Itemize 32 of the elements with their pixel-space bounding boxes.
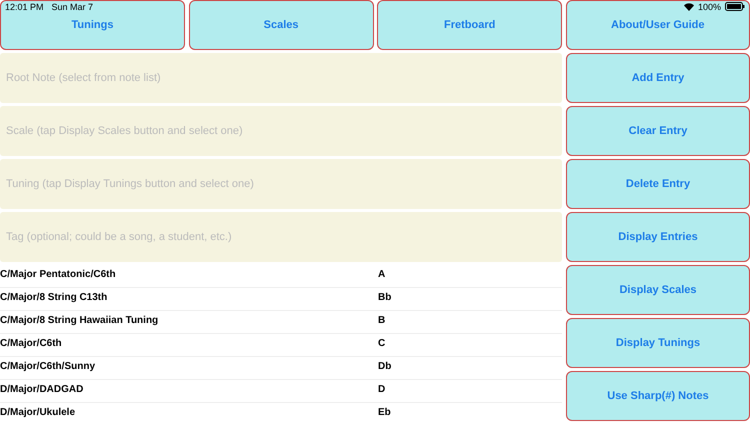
input-field[interactable]: Tag (optional; could be a song, a student, etc.) [0, 212, 562, 262]
entry-cell-text: D/Major/DADGAD [0, 383, 84, 395]
nav-button[interactable]: Fretboard [377, 0, 562, 50]
battery-percent: 100% [698, 2, 721, 12]
action-button[interactable]: Clear Entry [566, 106, 750, 156]
note-cell-text: B [378, 314, 386, 326]
action-button[interactable]: Display Entries [566, 212, 750, 262]
input-field[interactable]: Root Note (select from note list) [0, 53, 562, 103]
wifi-icon [684, 2, 694, 10]
entry-cell-text: D/Major/Ukulele [0, 406, 76, 418]
note-cell-text: D [378, 383, 386, 395]
action-button[interactable]: Display Scales [566, 265, 750, 315]
entry-cell-text: C/Major/C6th/Sunny [0, 360, 96, 372]
entry-cell-text: C/Major Pentatonic/C6th [0, 268, 117, 280]
battery-icon [725, 2, 745, 11]
note-cell-text: Db [378, 360, 392, 372]
input-field[interactable]: Tuning (tap Display Tunings button and select one) [0, 159, 562, 209]
status-date: Sun Mar 7 [52, 2, 94, 12]
note-cell-text: Eb [378, 406, 392, 418]
note-cell-text: Bb [378, 291, 392, 303]
entry-cell-text: C/Major/8 String Hawaiian Tuning [0, 314, 160, 326]
status-time: 12:01 PM [5, 2, 44, 12]
entry-cell-text: C/Major/C6th [0, 337, 63, 349]
action-button[interactable]: Delete Entry [566, 159, 750, 209]
nav-button[interactable]: Scales [188, 0, 374, 50]
action-button[interactable]: Use Sharp(#) Notes [566, 371, 750, 421]
input-field[interactable]: Scale (tap Display Scales button and select one) [0, 106, 562, 156]
note-cell-text: C [378, 337, 386, 349]
entry-cell-text: C/Major/8 String C13th [0, 291, 108, 303]
action-button[interactable]: Add Entry [566, 53, 750, 103]
note-cell-text: A [378, 268, 386, 280]
action-button[interactable]: Display Tunings [566, 318, 750, 368]
